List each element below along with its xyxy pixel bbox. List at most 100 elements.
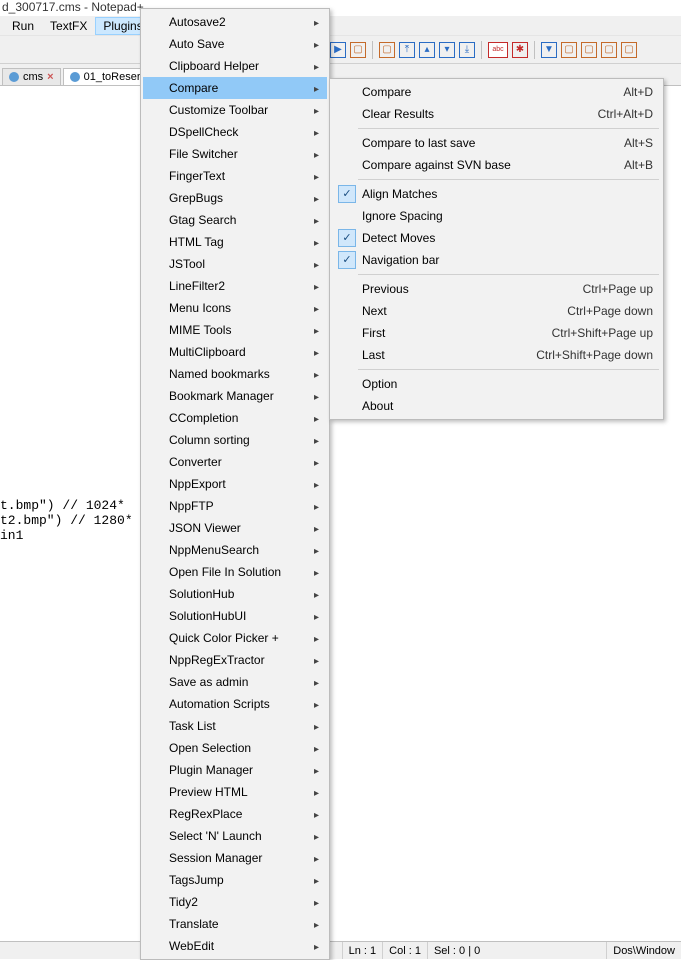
submenu-arrow-icon: [294, 455, 319, 469]
menubar: Run TextFX Plugins: [0, 16, 681, 36]
compare-item-clear-results[interactable]: Clear ResultsCtrl+Alt+D: [332, 103, 661, 125]
bug-icon[interactable]: ✱: [512, 42, 528, 58]
menu-item-label: Gtag Search: [169, 213, 294, 227]
plugins-item-linefilter2[interactable]: LineFilter2: [143, 275, 327, 297]
menu-shortcut: Alt+B: [624, 158, 653, 172]
close-icon[interactable]: ×: [47, 71, 53, 83]
plugins-item-save-as-admin[interactable]: Save as admin: [143, 671, 327, 693]
submenu-arrow-icon: [294, 697, 319, 711]
submenu-arrow-icon: [294, 587, 319, 601]
plugins-item-html-tag[interactable]: HTML Tag: [143, 231, 327, 253]
plugins-item-column-sorting[interactable]: Column sorting: [143, 429, 327, 451]
menu-item-label: MIME Tools: [169, 323, 294, 337]
compare-item-navigation-bar[interactable]: ✓Navigation bar: [332, 249, 661, 271]
plugins-item-nppftp[interactable]: NppFTP: [143, 495, 327, 517]
submenu-arrow-icon: [294, 257, 319, 271]
menu-shortcut: Ctrl+Alt+D: [598, 107, 653, 121]
plugins-item-menu-icons[interactable]: Menu Icons: [143, 297, 327, 319]
compare-item-compare-to-last-save[interactable]: Compare to last saveAlt+S: [332, 132, 661, 154]
plugins-item-auto-save[interactable]: Auto Save: [143, 33, 327, 55]
plugins-item-solutionhub[interactable]: SolutionHub: [143, 583, 327, 605]
plugins-item-nppexport[interactable]: NppExport: [143, 473, 327, 495]
menu-item-label: First: [362, 326, 522, 340]
plugins-item-json-viewer[interactable]: JSON Viewer: [143, 517, 327, 539]
compare-item-align-matches[interactable]: ✓Align Matches: [332, 183, 661, 205]
plugins-item-open-file-in-solution[interactable]: Open File In Solution: [143, 561, 327, 583]
menu-item-label: Compare to last save: [362, 136, 594, 150]
tab-cms[interactable]: cms ×: [2, 68, 61, 85]
compare-item-about[interactable]: About: [332, 395, 661, 417]
plugins-item-gtag-search[interactable]: Gtag Search: [143, 209, 327, 231]
menu-item-label: JSON Viewer: [169, 521, 294, 535]
plugins-item-nppmenusearch[interactable]: NppMenuSearch: [143, 539, 327, 561]
plugins-item-converter[interactable]: Converter: [143, 451, 327, 473]
menu-item-label: NppRegExTractor: [169, 653, 294, 667]
collapse-up-icon[interactable]: ▴: [419, 42, 435, 58]
plugins-item-fingertext[interactable]: FingerText: [143, 165, 327, 187]
compare-item-first[interactable]: FirstCtrl+Shift+Page up: [332, 322, 661, 344]
compare-item-option[interactable]: Option: [332, 373, 661, 395]
compare-item-previous[interactable]: PreviousCtrl+Page up: [332, 278, 661, 300]
plugins-item-quick-color-picker-[interactable]: Quick Color Picker +: [143, 627, 327, 649]
plugins-item-bookmark-manager[interactable]: Bookmark Manager: [143, 385, 327, 407]
plugins-item-regrexplace[interactable]: RegRexPlace: [143, 803, 327, 825]
plugins-item-tidy2[interactable]: Tidy2: [143, 891, 327, 913]
compare-item-next[interactable]: NextCtrl+Page down: [332, 300, 661, 322]
copy-icon[interactable]: ▢: [561, 42, 577, 58]
menu-textfx[interactable]: TextFX: [42, 17, 95, 35]
plugins-item-session-manager[interactable]: Session Manager: [143, 847, 327, 869]
plugins-item-customize-toolbar[interactable]: Customize Toolbar: [143, 99, 327, 121]
plugins-item-compare[interactable]: Compare: [143, 77, 327, 99]
box-icon[interactable]: ▢: [601, 42, 617, 58]
funnel-icon[interactable]: ▼: [541, 42, 557, 58]
plugins-item-named-bookmarks[interactable]: Named bookmarks: [143, 363, 327, 385]
expand-bottom-icon[interactable]: ⤓: [459, 42, 475, 58]
collapse-top-icon[interactable]: ⤒: [399, 42, 415, 58]
menu-item-label: About: [362, 399, 653, 413]
plugins-item-preview-html[interactable]: Preview HTML: [143, 781, 327, 803]
plugins-item-webedit[interactable]: WebEdit: [143, 935, 327, 957]
compare-item-last[interactable]: LastCtrl+Shift+Page down: [332, 344, 661, 366]
compare-item-compare[interactable]: CompareAlt+D: [332, 81, 661, 103]
status-bar: Ln : 1 Col : 1 Sel : 0 | 0 Dos\Window: [0, 941, 681, 959]
plugins-item-file-switcher[interactable]: File Switcher: [143, 143, 327, 165]
plugins-item-open-selection[interactable]: Open Selection: [143, 737, 327, 759]
play-icon[interactable]: ▶: [330, 42, 346, 58]
plugins-item-plugin-manager[interactable]: Plugin Manager: [143, 759, 327, 781]
plugins-item-dspellcheck[interactable]: DSpellCheck: [143, 121, 327, 143]
compare-item-ignore-spacing[interactable]: Ignore Spacing: [332, 205, 661, 227]
menu-item-label: HTML Tag: [169, 235, 294, 249]
menu-item-label: Detect Moves: [362, 231, 653, 245]
plugins-item-select-n-launch[interactable]: Select 'N' Launch: [143, 825, 327, 847]
plugins-item-translate[interactable]: Translate: [143, 913, 327, 935]
plugins-item-ccompletion[interactable]: CCompletion: [143, 407, 327, 429]
plugins-item-jstool[interactable]: JSTool: [143, 253, 327, 275]
brackets-icon[interactable]: ▢: [621, 42, 637, 58]
window-icon[interactable]: ▢: [350, 42, 366, 58]
menu-run[interactable]: Run: [4, 17, 42, 35]
compare-item-detect-moves[interactable]: ✓ Detect Moves: [332, 227, 661, 249]
plugins-item-solutionhubui[interactable]: SolutionHubUI: [143, 605, 327, 627]
submenu-arrow-icon: [294, 345, 319, 359]
abc-icon[interactable]: abc: [488, 42, 508, 58]
submenu-arrow-icon: [294, 213, 319, 227]
window2-icon[interactable]: ▢: [581, 42, 597, 58]
monitor-icon[interactable]: ▢: [379, 42, 395, 58]
plugins-item-multiclipboard[interactable]: MultiClipboard: [143, 341, 327, 363]
plugins-item-tagsjump[interactable]: TagsJump: [143, 869, 327, 891]
check-icon: ✓: [338, 251, 356, 269]
expand-down-icon[interactable]: ▾: [439, 42, 455, 58]
plugins-item-automation-scripts[interactable]: Automation Scripts: [143, 693, 327, 715]
plugins-item-nppregextractor[interactable]: NppRegExTractor: [143, 649, 327, 671]
menu-item-label: Bookmark Manager: [169, 389, 294, 403]
compare-item-compare-against-svn-base[interactable]: Compare against SVN baseAlt+B: [332, 154, 661, 176]
tab-label: cms: [23, 71, 43, 83]
plugins-item-grepbugs[interactable]: GrepBugs: [143, 187, 327, 209]
menu-shortcut: Ctrl+Page down: [567, 304, 653, 318]
check-icon: ✓: [338, 229, 356, 247]
menu-item-label: SolutionHub: [169, 587, 294, 601]
plugins-item-autosave2[interactable]: Autosave2: [143, 11, 327, 33]
plugins-item-clipboard-helper[interactable]: Clipboard Helper: [143, 55, 327, 77]
plugins-item-task-list[interactable]: Task List: [143, 715, 327, 737]
plugins-item-mime-tools[interactable]: MIME Tools: [143, 319, 327, 341]
